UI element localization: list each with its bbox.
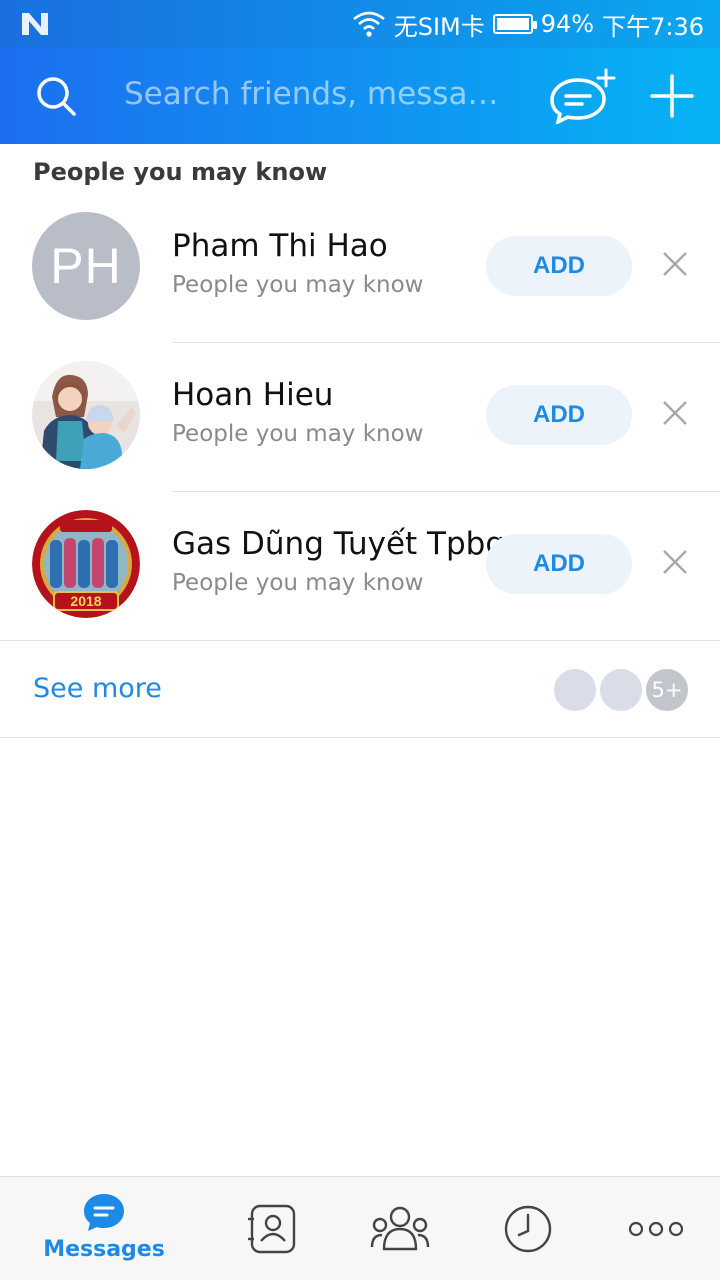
search-icon[interactable]	[34, 74, 78, 118]
tab-timeline[interactable]	[496, 1177, 560, 1280]
person-name: Pham Thi Hao	[172, 228, 388, 264]
more-count-badge: 5+	[644, 667, 690, 713]
suggestion-row[interactable]: 2018 Gas Dũng Tuyết Tpbg People you may …	[0, 492, 720, 641]
close-icon[interactable]	[660, 249, 690, 279]
profile-photo	[32, 361, 140, 469]
n-logo-icon	[22, 13, 48, 35]
avatar-placeholder	[552, 667, 598, 713]
wifi-icon	[352, 11, 385, 37]
year-badge: 2018	[70, 593, 102, 609]
contacts-icon	[248, 1204, 296, 1254]
avatar-initials: PH	[32, 212, 140, 320]
close-icon[interactable]	[660, 398, 690, 428]
search-header: Search friends, messages…	[0, 48, 720, 144]
tab-more[interactable]	[624, 1177, 688, 1280]
see-more-link[interactable]: See more	[33, 673, 162, 704]
tab-contacts[interactable]	[240, 1177, 304, 1280]
avatar[interactable]: 2018	[32, 510, 140, 618]
suggestion-row[interactable]: PH Pham Thi Hao People you may know ADD	[0, 194, 720, 343]
battery-icon	[492, 14, 537, 34]
tab-messages[interactable]: Messages	[43, 1177, 165, 1280]
person-name: Gas Dũng Tuyết Tpbg	[172, 526, 505, 562]
add-friend-button[interactable]: ADD	[486, 534, 632, 594]
new-chat-icon[interactable]	[548, 68, 618, 124]
status-indicators: 无SIM卡 94% 下午7:36	[352, 0, 704, 48]
add-friend-button[interactable]: ADD	[486, 385, 632, 445]
groups-icon	[370, 1206, 430, 1251]
person-subtitle: People you may know	[172, 272, 424, 298]
tab-groups[interactable]	[368, 1177, 432, 1280]
see-more-row[interactable]: See more 5+	[0, 640, 720, 738]
plus-icon[interactable]	[650, 74, 694, 118]
add-friend-button[interactable]: ADD	[486, 236, 632, 296]
avatar-stack: 5+	[552, 667, 692, 713]
clock-icon	[504, 1205, 552, 1253]
person-name: Hoan Hieu	[172, 377, 334, 413]
messages-icon	[84, 1194, 124, 1231]
person-subtitle: People you may know	[172, 570, 424, 596]
close-icon[interactable]	[660, 547, 690, 577]
avatar[interactable]	[32, 361, 140, 469]
avatar[interactable]: PH	[32, 212, 140, 320]
avatar-placeholder	[598, 667, 644, 713]
bottom-nav: Messages	[0, 1176, 720, 1280]
carrier-text: 无SIM卡	[393, 12, 485, 41]
suggestion-row[interactable]: Hoan Hieu People you may know ADD	[0, 343, 720, 492]
person-subtitle: People you may know	[172, 421, 424, 447]
section-title: People you may know	[33, 158, 328, 186]
battery-percent: 94%	[540, 10, 595, 38]
more-icon	[628, 1221, 684, 1237]
clock: 下午7:36	[602, 12, 704, 41]
tab-messages-label: Messages	[43, 1237, 165, 1262]
status-bar: 无SIM卡 94% 下午7:36	[0, 0, 720, 48]
search-input[interactable]: Search friends, messages…	[124, 76, 516, 112]
